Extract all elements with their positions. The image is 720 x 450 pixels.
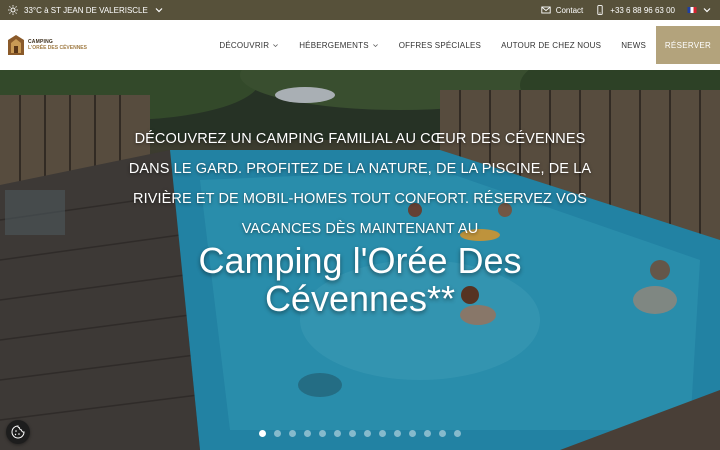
chevron-down-icon (154, 5, 164, 15)
nav-item-label: NEWS (621, 40, 646, 50)
slider-dot[interactable] (439, 430, 446, 437)
slider-dot[interactable] (289, 430, 296, 437)
chevron-down-icon (273, 43, 279, 47)
phone-link[interactable]: +33 6 88 96 63 00 (595, 5, 675, 15)
slider-dot[interactable] (319, 430, 326, 437)
nav-item-label: HÉBERGEMENTS (299, 40, 369, 50)
cookie-settings-button[interactable] (6, 420, 30, 444)
main-navigation: CAMPING L'ORÉE DES CÉVENNES DÉCOUVRIR HÉ… (0, 20, 720, 70)
nav-item-hebergements[interactable]: HÉBERGEMENTS (289, 20, 389, 70)
nav-item-decouvrir[interactable]: DÉCOUVRIR (209, 20, 289, 70)
logo-line-1: CAMPING (28, 38, 54, 45)
phone-number: +33 6 88 96 63 00 (610, 5, 675, 15)
nav-item-label: OFFRES SPÉCIALES (398, 40, 482, 50)
slider-dot[interactable] (349, 430, 356, 437)
reserve-button[interactable]: RÉSERVER (656, 26, 720, 64)
contact-label: Contact (555, 5, 584, 15)
slider-dot[interactable] (454, 430, 461, 437)
phone-icon (595, 5, 605, 15)
contact-link[interactable]: Contact (541, 5, 584, 15)
weather-text: 33°C à ST JEAN DE VALERISCLE (24, 5, 148, 15)
weather-widget[interactable]: 33°C à ST JEAN DE VALERISCLE (8, 5, 164, 15)
mail-icon (541, 5, 551, 15)
chevron-down-icon (372, 43, 378, 47)
slider-dot[interactable] (259, 430, 266, 437)
logo-line-2: L'ORÉE DES CÉVENNES (28, 44, 87, 51)
chevron-down-icon (702, 5, 712, 15)
top-bar: 33°C à ST JEAN DE VALERISCLE Contact +33… (0, 0, 720, 20)
slider-dot[interactable] (409, 430, 416, 437)
slider-dot[interactable] (424, 430, 431, 437)
nav-menu: DÉCOUVRIR HÉBERGEMENTS OFFRES SPÉCIALES … (209, 20, 720, 70)
logo-icon (8, 35, 24, 55)
sun-icon (8, 5, 18, 15)
nav-item-label: AUTOUR DE CHEZ NOUS (501, 40, 602, 50)
hero-headline: Camping l'Orée Des Cévennes** (198, 240, 522, 319)
nav-item-offres-speciales[interactable]: OFFRES SPÉCIALES (389, 20, 491, 70)
slider-pagination (0, 430, 720, 437)
french-flag-icon (687, 5, 697, 15)
cookie-icon (11, 425, 25, 439)
nav-item-autour-de-chez-nous[interactable]: AUTOUR DE CHEZ NOUS (491, 20, 611, 70)
slider-dot[interactable] (394, 430, 401, 437)
slider-dot[interactable] (334, 430, 341, 437)
slider-dot[interactable] (379, 430, 386, 437)
slider-dot[interactable] (364, 430, 371, 437)
hero-tagline: DÉCOUVREZ UN CAMPING FAMILIAL AU CŒUR DE… (128, 131, 592, 237)
slider-dot[interactable] (274, 430, 281, 437)
site-logo[interactable]: CAMPING L'ORÉE DES CÉVENNES (8, 35, 87, 55)
hero-slider: DÉCOUVREZ UN CAMPING FAMILIAL AU CŒUR DE… (0, 70, 720, 450)
nav-item-label: DÉCOUVRIR (219, 40, 270, 50)
nav-item-news[interactable]: NEWS (611, 20, 656, 70)
language-selector[interactable] (687, 5, 712, 15)
slider-dot[interactable] (304, 430, 311, 437)
